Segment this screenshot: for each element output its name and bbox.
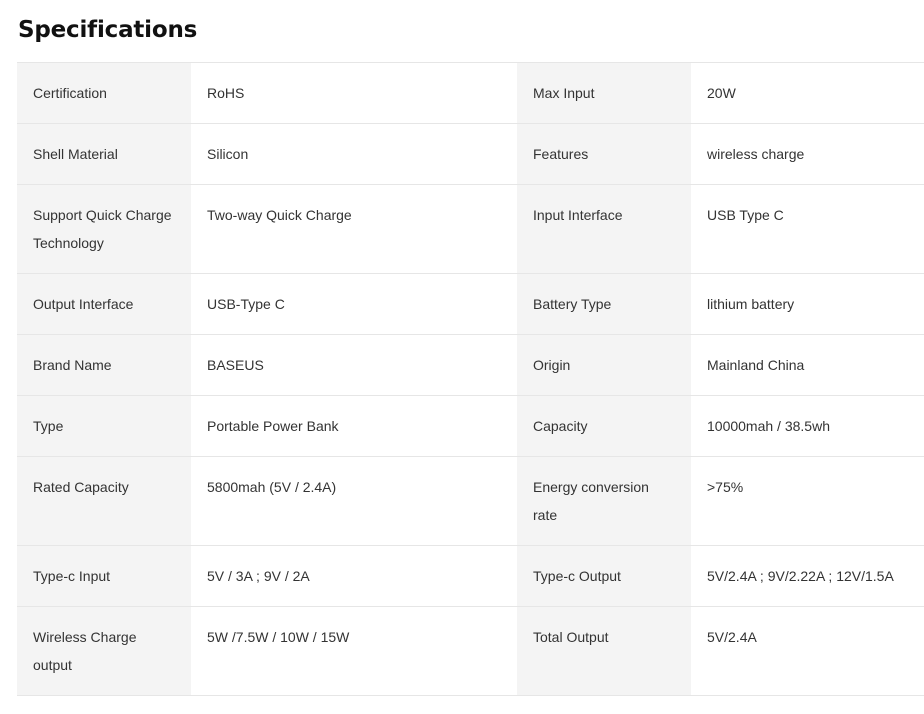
spec-value: 5800mah (5V / 2.4A) xyxy=(191,457,517,545)
spec-value: 5V/2.4A xyxy=(691,607,924,695)
spec-label: Shell Material xyxy=(17,124,191,184)
spec-label: Energy conversion rate xyxy=(517,457,691,545)
spec-label: Type-c Output xyxy=(517,546,691,606)
spec-value: 20W xyxy=(691,63,924,123)
spec-value: 10000mah / 38.5wh xyxy=(691,396,924,456)
spec-value: wireless charge xyxy=(691,124,924,184)
spec-value: 5W /7.5W / 10W / 15W xyxy=(191,607,517,695)
table-row: Shell Material Silicon Features wireless… xyxy=(17,124,924,185)
spec-label: Capacity xyxy=(517,396,691,456)
spec-label: Support Quick Charge Technology xyxy=(17,185,191,273)
spec-label: Type xyxy=(17,396,191,456)
spec-label: Features xyxy=(517,124,691,184)
spec-value: Portable Power Bank xyxy=(191,396,517,456)
spec-value: Silicon xyxy=(191,124,517,184)
table-row: Type-c Input 5V / 3A ; 9V / 2A Type-c Ou… xyxy=(17,546,924,607)
spec-value: 5V / 3A ; 9V / 2A xyxy=(191,546,517,606)
spec-label: Rated Capacity xyxy=(17,457,191,545)
spec-value: BASEUS xyxy=(191,335,517,395)
table-row: Support Quick Charge Technology Two-way … xyxy=(17,185,924,274)
spec-value: Two-way Quick Charge xyxy=(191,185,517,273)
spec-value: 5V/2.4A ; 9V/2.22A ; 12V/1.5A xyxy=(691,546,924,606)
spec-label: Output Interface xyxy=(17,274,191,334)
table-row: Brand Name BASEUS Origin Mainland China xyxy=(17,335,924,396)
spec-label: Type-c Input xyxy=(17,546,191,606)
spec-value: Mainland China xyxy=(691,335,924,395)
spec-value: RoHS xyxy=(191,63,517,123)
spec-value: USB Type C xyxy=(691,185,924,273)
spec-label: Origin xyxy=(517,335,691,395)
spec-label: Total Output xyxy=(517,607,691,695)
table-row: Rated Capacity 5800mah (5V / 2.4A) Energ… xyxy=(17,457,924,546)
spec-label: Certification xyxy=(17,63,191,123)
spec-label: Wireless Charge output xyxy=(17,607,191,695)
table-row: Output Interface USB-Type C Battery Type… xyxy=(17,274,924,335)
spec-value: USB-Type C xyxy=(191,274,517,334)
table-row: Wireless Charge output 5W /7.5W / 10W / … xyxy=(17,607,924,696)
page-title: Specifications xyxy=(18,17,198,43)
spec-label: Max Input xyxy=(517,63,691,123)
specifications-table: Certification RoHS Max Input 20W Shell M… xyxy=(17,62,924,696)
spec-value: >75% xyxy=(691,457,924,545)
spec-label: Battery Type xyxy=(517,274,691,334)
spec-value: lithium battery xyxy=(691,274,924,334)
spec-label: Brand Name xyxy=(17,335,191,395)
table-row: Certification RoHS Max Input 20W xyxy=(17,63,924,124)
spec-label: Input Interface xyxy=(517,185,691,273)
table-row: Type Portable Power Bank Capacity 10000m… xyxy=(17,396,924,457)
